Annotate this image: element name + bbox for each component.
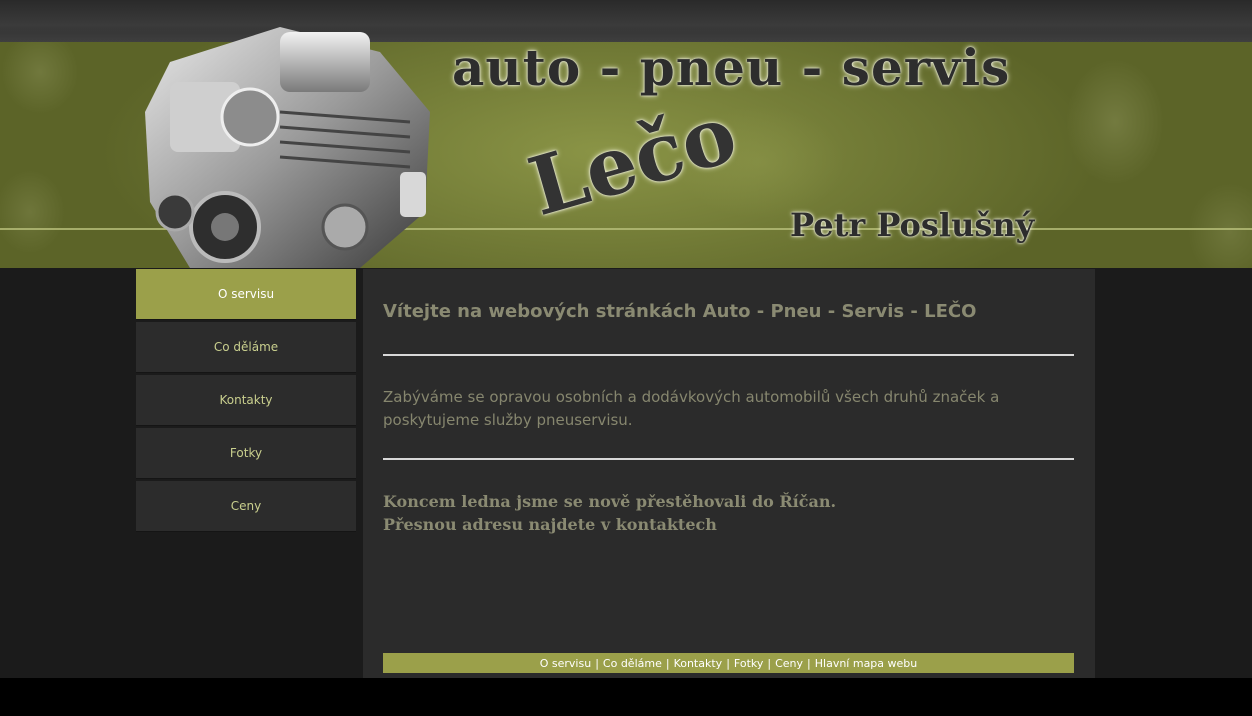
footer-separator: |	[665, 656, 670, 670]
page-bottom-bar	[0, 678, 1252, 716]
nav-item-o-servisu[interactable]: O servisu	[136, 269, 356, 319]
nav-item-kontakty[interactable]: Kontakty	[136, 375, 356, 425]
main-content: Vítejte na webových stránkách Auto - Pne…	[363, 269, 1095, 678]
engine-image	[145, 27, 430, 268]
footer-link-fotky[interactable]: Fotky	[734, 657, 763, 670]
footer-link-sitemap[interactable]: Hlavní mapa webu	[815, 657, 918, 670]
divider	[383, 354, 1074, 356]
site-title: auto - pneu - servis	[452, 38, 1011, 97]
footer-separator: |	[726, 656, 730, 670]
intro-text: Zabýváme se opravou osobních a dodávkový…	[383, 388, 1000, 429]
footer-separator: |	[767, 656, 772, 670]
footer-link-co-delame[interactable]: Co děláme	[603, 657, 662, 670]
news-line: Koncem ledna jsme se nově přestěhovali d…	[383, 492, 837, 511]
nav-item-ceny[interactable]: Ceny	[136, 481, 356, 531]
footer-separator: |	[807, 656, 811, 670]
nav-item-label: Fotky	[229, 446, 263, 460]
nav-item-label: O servisu	[217, 287, 275, 301]
divider	[383, 458, 1074, 460]
nav-item-label: Kontakty	[219, 393, 273, 407]
owner-name: Petr Poslušný	[790, 206, 1035, 244]
footer-link-kontakty[interactable]: Kontakty	[674, 657, 723, 670]
nav-item-co-delame[interactable]: Co děláme	[136, 322, 356, 372]
nav-item-fotky[interactable]: Fotky	[136, 428, 356, 478]
news-line: Přesnou adresu najdete v kontaktech	[383, 515, 717, 534]
news-text: Koncem ledna jsme se nově přestěhovali d…	[383, 490, 836, 536]
nav-item-label: Co děláme	[213, 340, 279, 354]
welcome-headline: Vítejte na webových stránkách Auto - Pne…	[383, 301, 977, 322]
sidebar-nav: O servisu Co děláme Kontakty Fotky Ceny	[136, 269, 356, 534]
footer-link-o-servisu[interactable]: O servisu	[540, 657, 591, 670]
footer-separator: |	[595, 656, 599, 670]
footer-links-bar: O servisu | Co děláme | Kontakty | Fotky…	[383, 653, 1074, 673]
footer-link-ceny[interactable]: Ceny	[775, 657, 803, 670]
nav-item-label: Ceny	[230, 499, 262, 513]
